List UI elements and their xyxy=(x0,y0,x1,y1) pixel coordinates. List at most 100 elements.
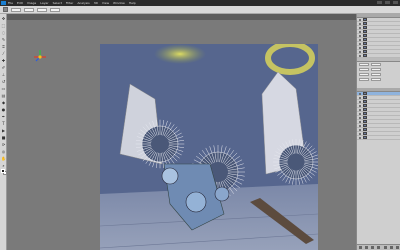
close-button[interactable] xyxy=(393,1,398,4)
crop-tool-icon[interactable]: ⌗ xyxy=(1,44,6,49)
visibility-eye-icon[interactable] xyxy=(359,54,361,57)
gradient-tool-icon[interactable]: ▤ xyxy=(1,93,6,98)
layer-style-icon[interactable] xyxy=(364,246,368,249)
property-field[interactable] xyxy=(371,63,381,66)
visibility-eye-icon[interactable] xyxy=(359,30,361,33)
layer-thumbnail xyxy=(363,50,367,53)
visibility-eye-icon[interactable] xyxy=(359,92,361,95)
menu-image[interactable]: Image xyxy=(27,1,36,5)
option-field-2[interactable] xyxy=(24,7,34,12)
visibility-eye-icon[interactable] xyxy=(359,38,361,41)
visibility-eye-icon[interactable] xyxy=(359,18,361,21)
quick-select-tool-icon[interactable]: ✎ xyxy=(1,37,6,42)
menu-help[interactable]: Help xyxy=(129,1,136,5)
visibility-eye-icon[interactable] xyxy=(359,128,361,131)
layer-thumbnail xyxy=(363,92,367,95)
document-workspace xyxy=(7,14,356,250)
pen-tool-icon[interactable]: ✒ xyxy=(1,114,6,119)
menu-window[interactable]: Window xyxy=(113,1,125,5)
hand-tool-icon[interactable]: ✋ xyxy=(1,156,6,161)
layer-thumbnail xyxy=(363,38,367,41)
visibility-eye-icon[interactable] xyxy=(359,46,361,49)
clone-stamp-tool-icon[interactable]: ⊥ xyxy=(1,72,6,77)
visibility-eye-icon[interactable] xyxy=(359,100,361,103)
delete-layer-icon[interactable] xyxy=(396,246,400,249)
visibility-eye-icon[interactable] xyxy=(359,108,361,111)
color-swatches[interactable] xyxy=(1,169,7,175)
property-field[interactable] xyxy=(359,73,369,76)
property-field[interactable] xyxy=(359,78,369,81)
property-field[interactable] xyxy=(359,63,369,66)
visibility-eye-icon[interactable] xyxy=(359,116,361,119)
menu-select[interactable]: Select xyxy=(53,1,62,5)
menu-layer[interactable]: Layer xyxy=(40,1,48,5)
3d-axis-gizmo[interactable] xyxy=(28,49,52,63)
adjustment-layer-icon[interactable] xyxy=(377,246,381,249)
options-bar xyxy=(0,6,400,14)
layer-row[interactable] xyxy=(357,136,400,140)
option-field-3[interactable] xyxy=(37,7,47,12)
menu-analysis[interactable]: Analysis xyxy=(77,1,89,5)
tool-preset-picker[interactable] xyxy=(3,7,8,12)
menu-3d[interactable]: 3D xyxy=(94,1,98,5)
zoom-tool-icon[interactable]: ⌕ xyxy=(1,163,6,168)
dodge-tool-icon[interactable]: ● xyxy=(1,107,6,112)
menu-view[interactable]: View xyxy=(102,1,109,5)
option-field-4[interactable] xyxy=(50,7,60,12)
layer-mask-icon[interactable] xyxy=(371,246,375,249)
visibility-eye-icon[interactable] xyxy=(359,26,361,29)
marquee-tool-icon[interactable]: ⬚ xyxy=(1,23,6,28)
menu-filter[interactable]: Filter xyxy=(66,1,73,5)
document-canvas[interactable] xyxy=(100,44,318,250)
property-field[interactable] xyxy=(371,78,381,81)
layer-thumbnail xyxy=(363,96,367,99)
maximize-button[interactable] xyxy=(385,1,390,4)
link-layers-icon[interactable] xyxy=(358,246,362,249)
spiky-sphere-left xyxy=(135,119,185,169)
layers-list xyxy=(357,92,400,140)
3d-camera-tool-icon[interactable]: ◎ xyxy=(1,149,6,154)
layer-thumbnail xyxy=(363,100,367,103)
visibility-eye-icon[interactable] xyxy=(359,22,361,25)
eyedropper-tool-icon[interactable]: ⁄ xyxy=(1,51,6,56)
visibility-eye-icon[interactable] xyxy=(359,96,361,99)
minimize-button[interactable] xyxy=(377,1,382,4)
layer-thumbnail xyxy=(363,18,367,21)
path-select-tool-icon[interactable]: ▶ xyxy=(1,128,6,133)
foreground-color-swatch[interactable] xyxy=(1,169,5,173)
right-panels xyxy=(356,14,400,250)
visibility-eye-icon[interactable] xyxy=(359,136,361,139)
visibility-eye-icon[interactable] xyxy=(359,104,361,107)
visibility-eye-icon[interactable] xyxy=(359,112,361,115)
shape-tool-icon[interactable]: ■ xyxy=(1,135,6,140)
layer-thumbnail xyxy=(363,42,367,45)
tools-panel: ✥ ⬚ ◌ ✎ ⌗ ⁄ ✚ ✐ ⊥ ↺ ▭ ▤ ◆ ● ✒ T ▶ ■ ⟳ ◎ … xyxy=(0,14,7,250)
layer-thumbnail xyxy=(363,46,367,49)
visibility-eye-icon[interactable] xyxy=(359,132,361,135)
visibility-eye-icon[interactable] xyxy=(359,50,361,53)
menu-edit[interactable]: Edit xyxy=(17,1,23,5)
visibility-eye-icon[interactable] xyxy=(359,120,361,123)
brush-tool-icon[interactable]: ✐ xyxy=(1,65,6,70)
new-layer-icon[interactable] xyxy=(390,246,394,249)
eraser-tool-icon[interactable]: ▭ xyxy=(1,86,6,91)
visibility-eye-icon[interactable] xyxy=(359,42,361,45)
property-field[interactable] xyxy=(371,68,381,71)
property-field[interactable] xyxy=(359,68,369,71)
layer-thumbnail xyxy=(363,136,367,139)
blur-tool-icon[interactable]: ◆ xyxy=(1,100,6,105)
new-group-icon[interactable] xyxy=(383,246,387,249)
spot-heal-tool-icon[interactable]: ✚ xyxy=(1,58,6,63)
visibility-eye-icon[interactable] xyxy=(359,34,361,37)
visibility-eye-icon[interactable] xyxy=(359,124,361,127)
layer-thumbnail xyxy=(363,34,367,37)
lasso-tool-icon[interactable]: ◌ xyxy=(1,30,6,35)
menu-file[interactable]: File xyxy=(8,1,13,5)
property-field[interactable] xyxy=(371,73,381,76)
3d-rotate-tool-icon[interactable]: ⟳ xyxy=(1,142,6,147)
option-field-1[interactable] xyxy=(11,7,21,12)
move-tool-icon[interactable]: ✥ xyxy=(1,16,6,21)
layer-thumbnail xyxy=(363,22,367,25)
history-brush-tool-icon[interactable]: ↺ xyxy=(1,79,6,84)
type-tool-icon[interactable]: T xyxy=(1,121,6,126)
